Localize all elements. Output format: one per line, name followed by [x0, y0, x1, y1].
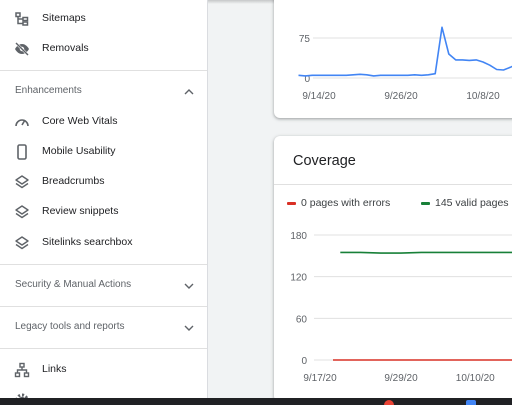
legend-swatch-red	[287, 201, 296, 205]
y-tick-label: 0	[301, 356, 307, 367]
divider	[274, 184, 512, 185]
coverage-line-chart: 180 120 60 0 9/17/20 9/29/20 10/10/20	[290, 231, 512, 384]
x-tick-label: 9/29/20	[384, 373, 418, 384]
y-tick-label: 120	[290, 273, 307, 284]
performance-card: 75 0 9/14/20 9/26/20 10/8/20	[274, 0, 512, 118]
sidebar-item-label: Mobile Usability	[42, 145, 116, 157]
sidebar-item-mobile-usability[interactable]: Mobile Usability	[0, 139, 207, 165]
sidebar-item-label: Core Web Vitals	[42, 115, 118, 127]
divider	[0, 264, 207, 265]
series-line	[298, 26, 512, 77]
section-legacy-tools[interactable]: Legacy tools and reports	[0, 314, 207, 340]
y-tick-label: 180	[290, 231, 307, 242]
x-tick-label: 9/14/20	[302, 91, 336, 102]
section-title: Enhancements	[15, 85, 82, 96]
legend-item-valid[interactable]: 145 valid pages	[421, 197, 509, 209]
section-title: Legacy tools and reports	[15, 321, 125, 332]
sidebar-item-sitelinks-searchbox[interactable]: Sitelinks searchbox	[0, 230, 207, 256]
section-enhancements[interactable]: Enhancements	[0, 78, 207, 104]
section-title: Security & Manual Actions	[15, 279, 132, 290]
chevron-up-icon	[183, 85, 195, 97]
x-tick-label: 10/8/20	[466, 91, 500, 102]
sidebar-item-removals[interactable]: Removals	[0, 36, 207, 62]
app-icon[interactable]	[466, 400, 476, 405]
sidebar-item-label: Breadcrumbs	[42, 175, 105, 187]
y-tick-label: 75	[299, 34, 311, 45]
sidebar-item-breadcrumbs[interactable]: Breadcrumbs	[0, 169, 207, 195]
speed-gauge-icon	[14, 114, 30, 130]
y-tick-label: 60	[296, 314, 308, 325]
legend-label: 0 pages with errors	[301, 197, 391, 209]
links-icon	[14, 362, 30, 378]
coverage-title: Coverage	[293, 153, 356, 169]
sidebar-item-links[interactable]: Links	[0, 357, 207, 383]
section-security-manual-actions[interactable]: Security & Manual Actions	[0, 272, 207, 298]
legend-item-errors[interactable]: 0 pages with errors	[287, 197, 390, 209]
x-tick-label: 10/10/20	[456, 373, 495, 384]
app-icon[interactable]	[384, 400, 394, 405]
sidebar-item-label: Links	[42, 363, 67, 375]
legend-label: 145 valid pages	[435, 197, 509, 209]
sidebar-item-label: Removals	[42, 42, 89, 54]
sidebar-nav: Sitemaps Removals Enhancements Core Web …	[0, 0, 208, 398]
sidebar-item-label: Review snippets	[42, 205, 119, 217]
sidebar-item-sitemaps[interactable]: Sitemaps	[0, 6, 207, 32]
divider	[0, 306, 207, 307]
sidebar-item-settings-partial[interactable]	[0, 387, 207, 398]
eye-off-icon	[14, 41, 30, 57]
series-line-valid	[340, 251, 512, 254]
divider	[0, 70, 207, 71]
smartphone-icon	[14, 144, 30, 160]
layers-icon	[14, 204, 30, 220]
x-tick-label: 9/26/20	[384, 91, 418, 102]
x-tick-label: 9/17/20	[303, 373, 337, 384]
coverage-card[interactable]: Coverage 0 pages with errors 145 valid p…	[274, 136, 512, 402]
divider	[0, 348, 207, 349]
layers-icon	[14, 174, 30, 190]
sitemap-icon	[14, 11, 30, 27]
taskbar	[0, 398, 512, 405]
sidebar-item-label: Sitemaps	[42, 12, 86, 24]
layers-icon	[14, 235, 30, 251]
sidebar-item-review-snippets[interactable]: Review snippets	[0, 199, 207, 225]
chevron-down-icon	[183, 279, 195, 291]
sidebar-item-core-web-vitals[interactable]: Core Web Vitals	[0, 109, 207, 135]
sidebar-item-label: Sitelinks searchbox	[42, 236, 133, 248]
legend-swatch-green	[421, 201, 430, 205]
performance-line-chart: 7509/14/20 9/26/20 10/8/20	[298, 26, 512, 102]
chevron-down-icon	[183, 321, 195, 333]
